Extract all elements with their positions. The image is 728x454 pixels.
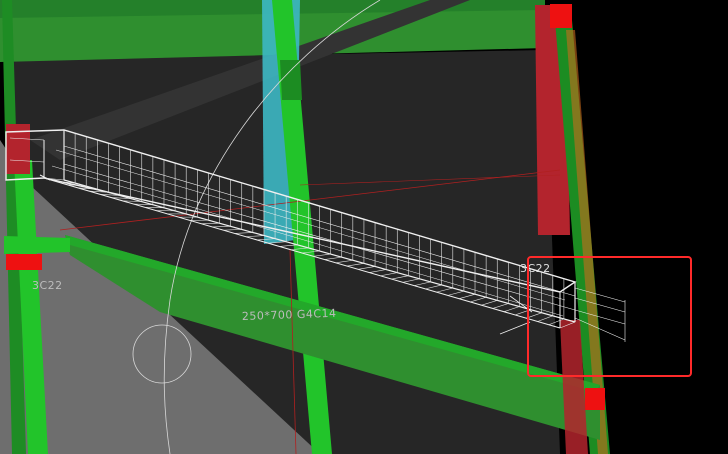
column-right-label: 3C22: [520, 262, 551, 275]
cap-left: [6, 254, 42, 270]
column-left-label: 3C22: [32, 279, 63, 292]
center-column-dark: [280, 60, 302, 100]
cap-top-right: [550, 4, 572, 28]
rebar-3d-scene[interactable]: 250*700 G4C14 3C22 3C22: [0, 0, 728, 454]
model-3d-viewport[interactable]: 250*700 G4C14 3C22 3C22: [0, 0, 728, 454]
cap-bottom-right: [585, 388, 605, 410]
front-left-arm: [4, 236, 70, 254]
